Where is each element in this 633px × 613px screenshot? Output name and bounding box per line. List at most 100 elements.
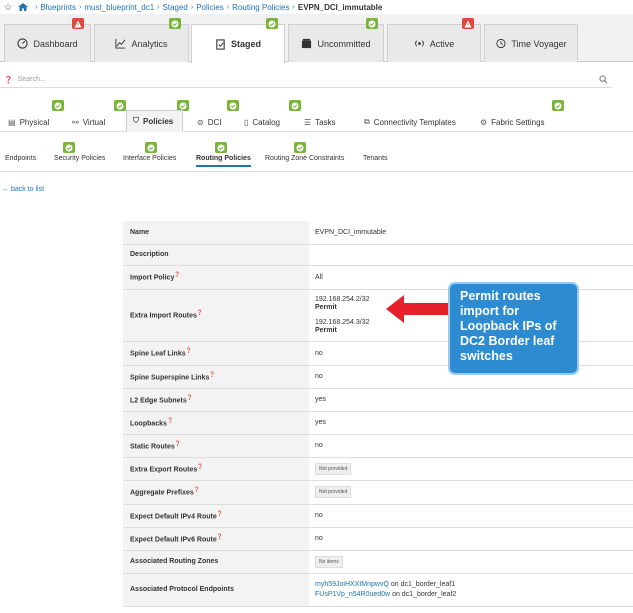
breadcrumb-routing-policies[interactable]: Routing Policies [232, 3, 289, 12]
status-ok-badge-icon [552, 100, 564, 111]
detail-label: Loopbacks❓ [123, 411, 309, 435]
chevron-right-icon: › [79, 3, 82, 11]
tab-active[interactable]: Active [387, 24, 481, 62]
help-icon: ❓ [4, 76, 13, 84]
breadcrumb-policies[interactable]: Policies [196, 3, 224, 12]
breadcrumb-blueprint-name[interactable]: must_blueprint_dc1 [84, 3, 154, 12]
favorite-star-icon[interactable]: ☆ [4, 2, 12, 13]
tab-label: Active [429, 38, 455, 49]
tab-dci[interactable]: ⊜ DCI [191, 113, 227, 131]
dashboard-icon [17, 38, 29, 49]
empty-value-pill: No items [315, 555, 343, 568]
virtual-icon: ⚯ [72, 117, 79, 127]
tab-uncommitted[interactable]: Uncommitted [288, 24, 384, 62]
subtab-routing-zone-constraints[interactable]: Routing Zone Constraints [265, 155, 344, 162]
routing-policy-details: Name EVPN_DCI_immutable Description Impo… [123, 221, 633, 607]
tab-label: Catalog [252, 117, 280, 127]
detail-value: yes [309, 411, 633, 435]
tab-label: Policies [143, 116, 174, 126]
status-ok-badge-icon [114, 100, 126, 111]
detail-label: Name [123, 221, 309, 245]
subtab-interface-policies[interactable]: Interface Policies [123, 155, 176, 162]
tab-connectivity-templates[interactable]: ⧉ Connectivity Templates [358, 113, 462, 131]
tab-label: Dashboard [33, 38, 78, 49]
help-icon: ❓ [186, 394, 194, 401]
subtab-tenants[interactable]: Tenants [363, 155, 388, 162]
home-icon[interactable] [18, 3, 29, 11]
endpoint-entry: myh59JoiHXXtMnpwvQ on dc1_border_leaf1 [315, 580, 456, 588]
chevron-right-icon: › [157, 3, 160, 11]
detail-value: Not provided [309, 480, 633, 505]
tab-time-voyager[interactable]: Time Voyager [484, 24, 578, 62]
status-ok-badge-icon [145, 142, 157, 153]
search-icon[interactable] [599, 75, 608, 84]
tasks-icon: ☰ [304, 117, 312, 127]
subtab-routing-policies[interactable]: Routing Policies [196, 155, 251, 167]
warning-badge-icon [462, 18, 474, 29]
top-tab-bar: Dashboard Analytics Staged Uncommitted A… [0, 14, 633, 63]
back-to-list-link[interactable]: ← back to list [2, 186, 44, 193]
detail-label: Spine Leaf Links❓ [123, 341, 309, 366]
detail-value: no [309, 504, 633, 528]
detail-row-default-ipv6: Expect Default IPv6 Route❓ no [123, 527, 633, 551]
tab-physical[interactable]: ▤ Physical [2, 113, 55, 131]
breadcrumb-staged[interactable]: Staged [163, 3, 188, 12]
detail-row-extra-export-routes: Extra Export Routes❓ Not provided [123, 457, 633, 481]
tab-policies[interactable]: ⛉ Policies [126, 110, 183, 132]
help-icon: ❓ [174, 272, 181, 279]
tab-label: Time Voyager [511, 38, 567, 49]
physical-icon: ▤ [8, 117, 16, 127]
tab-label: Uncommitted [317, 38, 371, 49]
detail-value: EVPN_DCI_immutable [309, 221, 633, 245]
back-to-list-label: back to list [10, 186, 45, 193]
detail-label: Static Routes❓ [123, 434, 309, 458]
breadcrumb-blueprints[interactable]: Blueprints [40, 3, 76, 12]
empty-value-pill: Not provided [315, 462, 352, 475]
detail-value: yes [309, 388, 633, 412]
annotation-callout: Permit routes import for Loopback IPs of… [448, 282, 579, 375]
fabric-settings-icon: ⚙ [480, 117, 488, 127]
tab-dashboard[interactable]: Dashboard [4, 24, 91, 62]
catalog-icon: ▯ [244, 117, 249, 127]
active-icon [414, 40, 424, 47]
detail-row-description: Description [123, 244, 633, 266]
tab-label: Staged [230, 39, 261, 49]
endpoint-link[interactable]: myh59JoiHXXtMnpwvQ [315, 581, 389, 588]
detail-row-associated-routing-zones: Associated Routing Zones No items [123, 550, 633, 574]
search-input[interactable]: Search... [18, 76, 46, 83]
help-icon: ❓ [216, 510, 223, 517]
tab-catalog[interactable]: ▯ Catalog [238, 113, 286, 131]
chevron-right-icon: › [292, 3, 295, 11]
detail-label: Associated Protocol Endpoints [123, 573, 309, 607]
tab-label: Analytics [131, 38, 168, 49]
tab-tasks[interactable]: ☰ Tasks [298, 113, 342, 131]
tab-virtual[interactable]: ⚯ Virtual [66, 113, 111, 131]
detail-row-loopbacks: Loopbacks❓ yes [123, 411, 633, 435]
tab-staged[interactable]: Staged [191, 24, 285, 63]
detail-row-aggregate-prefixes: Aggregate Prefixes❓ Not provided [123, 480, 633, 505]
tab-label: Fabric Settings [491, 117, 545, 127]
help-icon: ❓ [166, 417, 174, 424]
status-ok-badge-icon [294, 142, 306, 153]
detail-value [309, 244, 633, 266]
help-icon: ❓ [196, 310, 204, 317]
search-bar[interactable]: ❓ Search... [0, 72, 612, 88]
uncommitted-icon [302, 38, 312, 49]
tab-analytics[interactable]: Analytics [94, 24, 189, 62]
tab-fabric-settings[interactable]: ⚙ Fabric Settings [474, 113, 551, 131]
detail-label: Extra Export Routes❓ [123, 457, 309, 481]
detail-value: Not provided [309, 457, 633, 481]
chevron-right-icon: › [190, 3, 194, 11]
shield-icon: ⛉ [133, 116, 139, 125]
subtab-endpoints[interactable]: Endpoints [5, 155, 36, 162]
status-ok-badge-icon [169, 18, 181, 29]
subtab-security-policies[interactable]: Security Policies [54, 155, 105, 162]
help-icon: ❓ [193, 487, 201, 494]
policies-sub-tab-bar: Endpoints Security Policies Interface Po… [0, 142, 633, 172]
detail-row-associated-protocol-endpoints: Associated Protocol Endpoints myh59JoiHX… [123, 573, 633, 607]
endpoint-link[interactable]: FUsP1Vp_n54R0ued0w [315, 591, 390, 598]
chevron-right-icon: › [226, 3, 230, 11]
warning-badge-icon [72, 18, 84, 29]
breadcrumb: ☆ › Blueprints › must_blueprint_dc1 › St… [0, 0, 633, 14]
status-ok-badge-icon [266, 18, 278, 29]
